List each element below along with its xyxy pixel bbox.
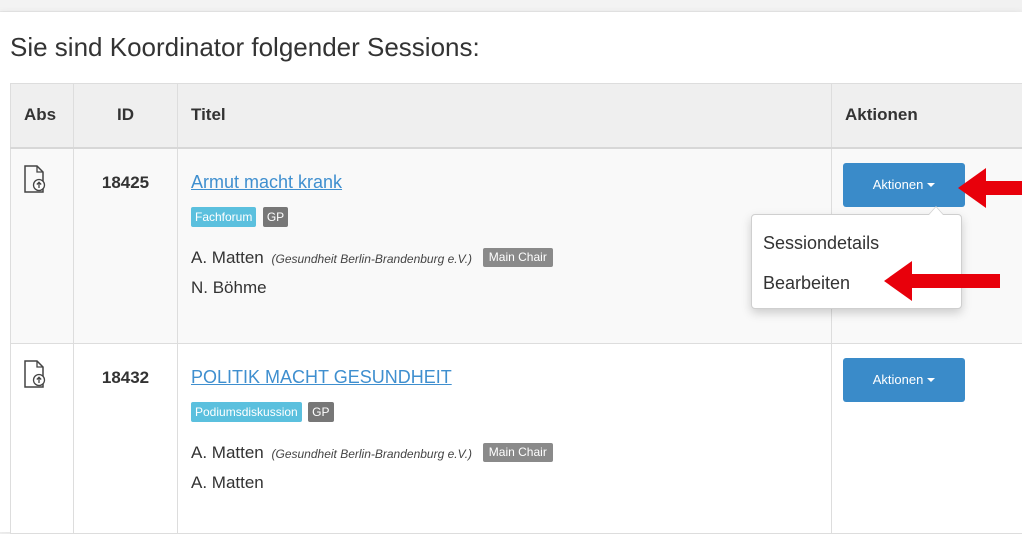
actions-button-label: Aktionen (873, 372, 924, 387)
chair-name: A. Matten (191, 443, 264, 462)
red-arrow-icon (884, 257, 1004, 305)
top-bar (0, 0, 980, 12)
caret-down-icon (927, 378, 935, 382)
header-aktionen: Aktionen (832, 84, 1022, 148)
tag-gp: GP (263, 207, 288, 227)
red-arrow-icon (958, 164, 1022, 212)
table-header-row: Abs ID Titel Aktionen (11, 84, 1022, 148)
session-title-link[interactable]: Armut macht krank (191, 171, 342, 195)
main-chair-badge: Main Chair (483, 248, 553, 267)
session-id: 18425 (74, 148, 178, 344)
page-heading: Sie sind Koordinator folgender Sessions: (10, 32, 480, 63)
main-chair-badge: Main Chair (483, 443, 553, 462)
chair-organization: (Gesundheit Berlin-Brandenburg e.V.) (272, 252, 473, 266)
file-upload-icon[interactable] (23, 360, 47, 388)
tag-gp: GP (308, 402, 333, 422)
chair-name: A. Matten (191, 248, 264, 267)
title-cell: Armut macht krank Fachforum GP A. Matten… (178, 148, 832, 344)
chair-line: A. Matten (Gesundheit Berlin-Brandenburg… (191, 440, 831, 466)
title-cell: POLITIK MACHT GESUNDHEIT Podiumsdiskussi… (178, 344, 832, 534)
second-person: N. Böhme (191, 275, 831, 301)
tag-list: Podiumsdiskussion GP (191, 402, 831, 422)
actions-dropdown-button[interactable]: Aktionen (843, 358, 965, 402)
chair-organization: (Gesundheit Berlin-Brandenburg e.V.) (272, 447, 473, 461)
file-upload-icon[interactable] (23, 165, 47, 193)
tag-format: Podiumsdiskussion (191, 402, 302, 422)
caret-down-icon (927, 183, 935, 187)
tag-list: Fachforum GP (191, 207, 831, 227)
tag-format: Fachforum (191, 207, 256, 227)
abs-cell (11, 148, 74, 344)
actions-cell: Aktionen (832, 344, 1022, 534)
header-id[interactable]: ID (74, 84, 178, 148)
second-person: A. Matten (191, 470, 831, 496)
session-title-link[interactable]: POLITIK MACHT GESUNDHEIT (191, 366, 452, 390)
header-titel[interactable]: Titel (178, 84, 832, 148)
session-id: 18432 (74, 344, 178, 534)
header-abs[interactable]: Abs (11, 84, 74, 148)
table-row: 18432 POLITIK MACHT GESUNDHEIT Podiumsdi… (11, 344, 1022, 534)
abs-cell (11, 344, 74, 534)
chair-line: A. Matten (Gesundheit Berlin-Brandenburg… (191, 245, 831, 271)
actions-button-label: Aktionen (873, 177, 924, 192)
actions-dropdown-button[interactable]: Aktionen (843, 163, 965, 207)
